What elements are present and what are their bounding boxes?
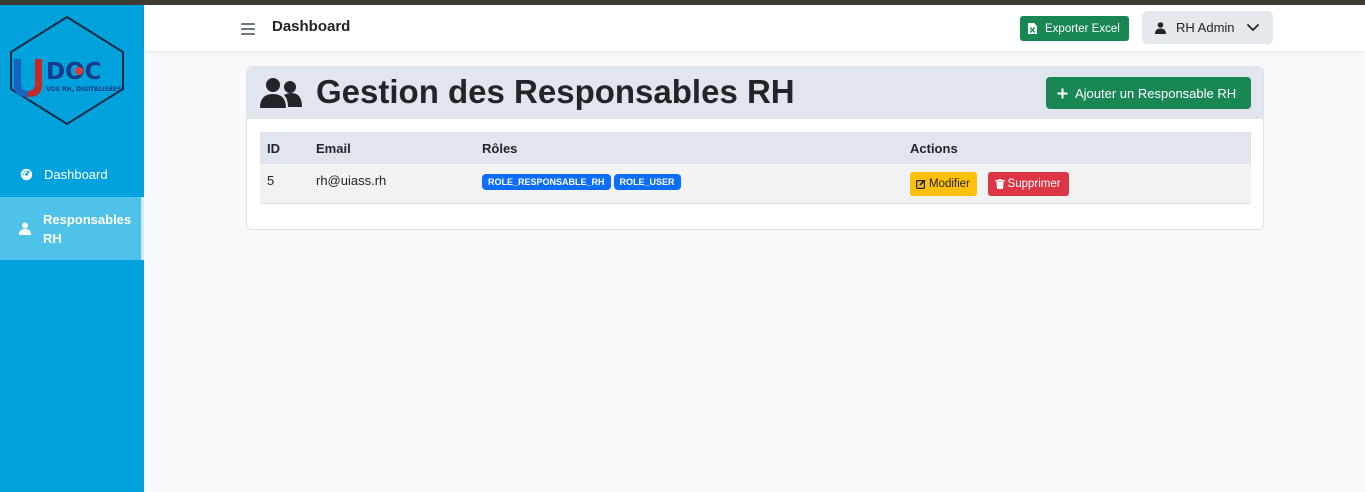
svg-text:DOC: DOC: [46, 59, 102, 85]
column-header-id: ID: [267, 140, 280, 156]
user-icon: [1155, 21, 1166, 34]
user-dropdown[interactable]: RH Admin: [1142, 11, 1273, 44]
card-header: Gestion des Responsables RH Ajouter un R…: [247, 67, 1263, 119]
trash-icon: [995, 179, 1005, 189]
export-label: Exporter Excel: [1045, 22, 1120, 35]
add-responsable-button[interactable]: Ajouter un Responsable RH: [1046, 77, 1251, 109]
cell-email: rh@uiass.rh: [316, 173, 387, 188]
column-header-roles: Rôles: [482, 140, 518, 156]
responsables-card: Gestion des Responsables RH Ajouter un R…: [246, 66, 1264, 230]
user-icon: [18, 222, 32, 236]
page-heading: Dashboard: [272, 18, 351, 35]
sidebar-item-label: Responsables RH: [43, 211, 132, 246]
sidebar-item-dashboard[interactable]: Dashboard: [0, 163, 144, 185]
delete-label: Supprimer: [1007, 178, 1061, 190]
svg-text:VOS RH, DIGITALISÉES.: VOS RH, DIGITALISÉES.: [46, 85, 124, 93]
top-navbar: Dashboard Exporter Excel RH Admin: [144, 5, 1365, 51]
delete-button[interactable]: Supprimer: [987, 172, 1069, 196]
user-name: RH Admin: [1176, 20, 1235, 35]
edit-icon: [916, 179, 926, 189]
column-header-actions: Actions: [910, 140, 958, 156]
column-header-email: Email: [316, 140, 351, 156]
sidebar-item-responsables-rh[interactable]: Responsables RH: [0, 197, 144, 260]
page-title: Gestion des Responsables RH: [316, 73, 795, 110]
edit-button[interactable]: Modifier: [910, 172, 977, 196]
export-excel-button[interactable]: Exporter Excel: [1020, 16, 1129, 41]
responsables-table: ID Email Rôles Actions 5 rh@uiass.rh ROL…: [260, 132, 1251, 204]
sidebar-item-label: Dashboard: [44, 166, 108, 182]
edit-label: Modifier: [929, 178, 970, 190]
add-label: Ajouter un Responsable RH: [1075, 85, 1237, 101]
cell-roles: ROLE_RESPONSABLE_RH ROLE_USER: [475, 164, 903, 203]
brand-logo: DOC VOS RH, DIGITALISÉES.: [10, 15, 124, 126]
chevron-down-icon: [1246, 23, 1259, 31]
cell-id: 5: [267, 173, 275, 188]
users-icon: [260, 78, 302, 108]
gauge-icon: [19, 167, 33, 181]
file-excel-icon: [1028, 23, 1037, 34]
table-header-row: ID Email Rôles Actions: [260, 132, 1251, 164]
table-row: 5 rh@uiass.rh ROLE_RESPONSABLE_RH ROLE_US…: [260, 164, 1251, 203]
sidebar: DOC VOS RH, DIGITALISÉES. Dashboard Resp…: [0, 5, 144, 492]
cell-actions: Modifier Supprimer: [903, 164, 1251, 203]
role-badge: ROLE_USER: [613, 174, 681, 190]
role-badge: ROLE_RESPONSABLE_RH: [482, 174, 611, 190]
plus-icon: [1057, 88, 1068, 98]
hamburger-menu-icon[interactable]: [241, 23, 255, 35]
